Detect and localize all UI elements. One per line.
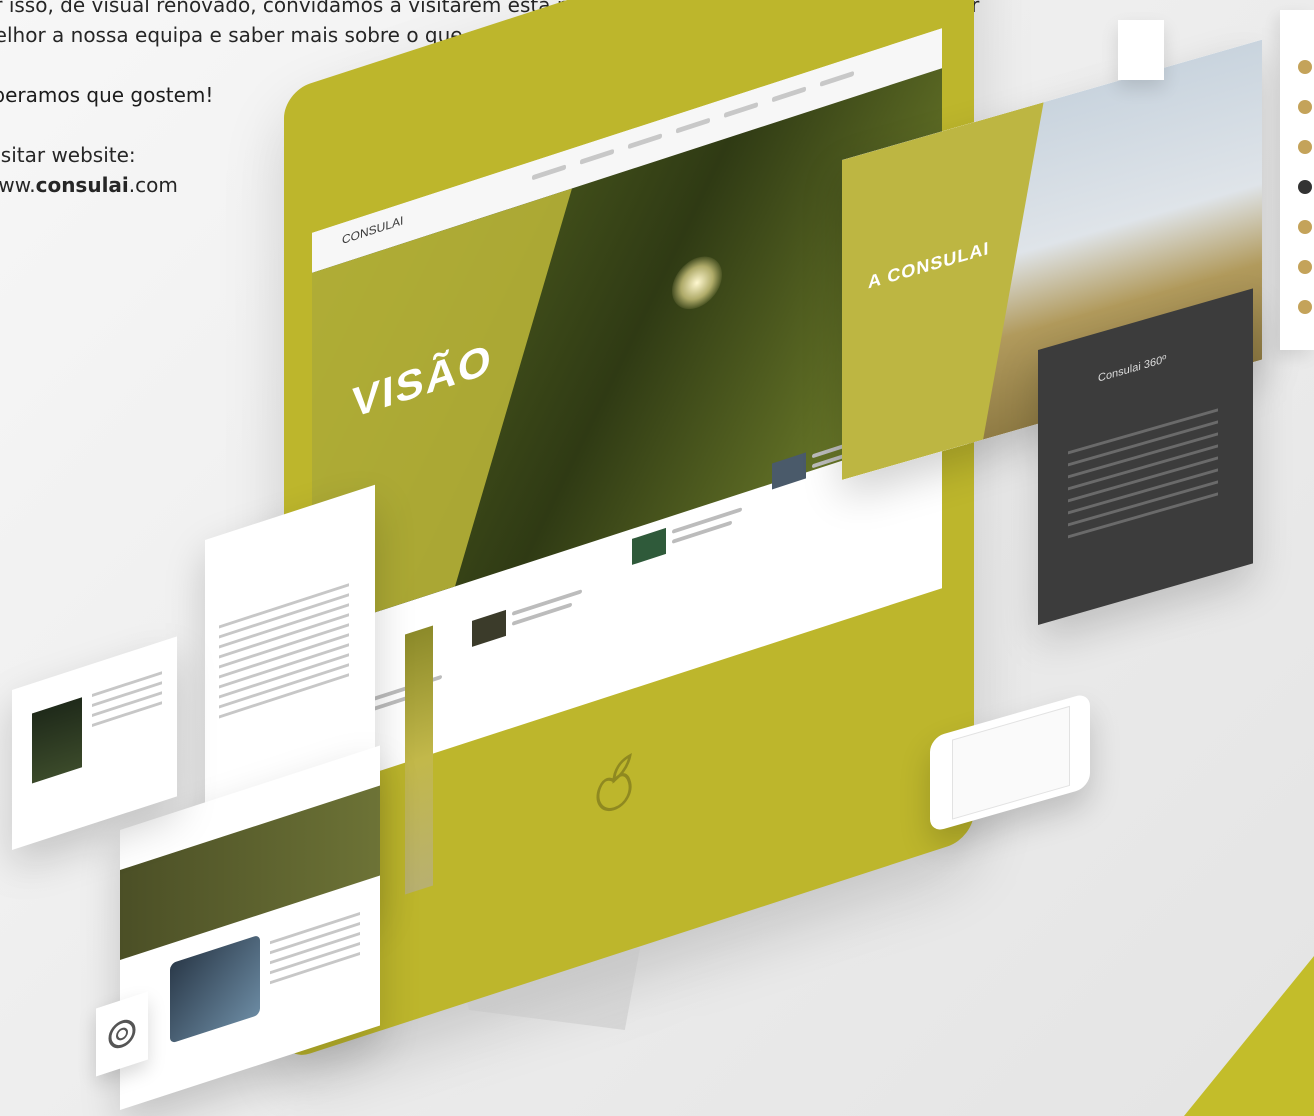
avatar [1298, 220, 1312, 234]
avatar [1298, 300, 1312, 314]
avatar [1298, 60, 1312, 74]
plant-strip-image [405, 625, 433, 895]
leaf-logo-icon [596, 753, 632, 812]
avatar [1298, 140, 1312, 154]
services-text [219, 583, 349, 725]
plant-photo [32, 697, 82, 784]
logo-card [1118, 20, 1164, 80]
avatar [1298, 100, 1312, 114]
site-logo: CONSULAI [342, 213, 404, 248]
tablet-photo [170, 934, 260, 1044]
plant-card-text [92, 671, 162, 734]
dark-panel-list [1068, 408, 1218, 547]
news-item [472, 582, 592, 661]
url-suffix: .com [128, 173, 178, 197]
avatar [1298, 260, 1312, 274]
article-text [270, 912, 360, 991]
url-prefix: www. [0, 173, 36, 197]
dark-panel-title: Consulai 360º [1098, 353, 1167, 385]
avatar [1298, 180, 1312, 194]
team-avatars [1280, 10, 1314, 350]
url-bold: consulai [35, 173, 129, 197]
